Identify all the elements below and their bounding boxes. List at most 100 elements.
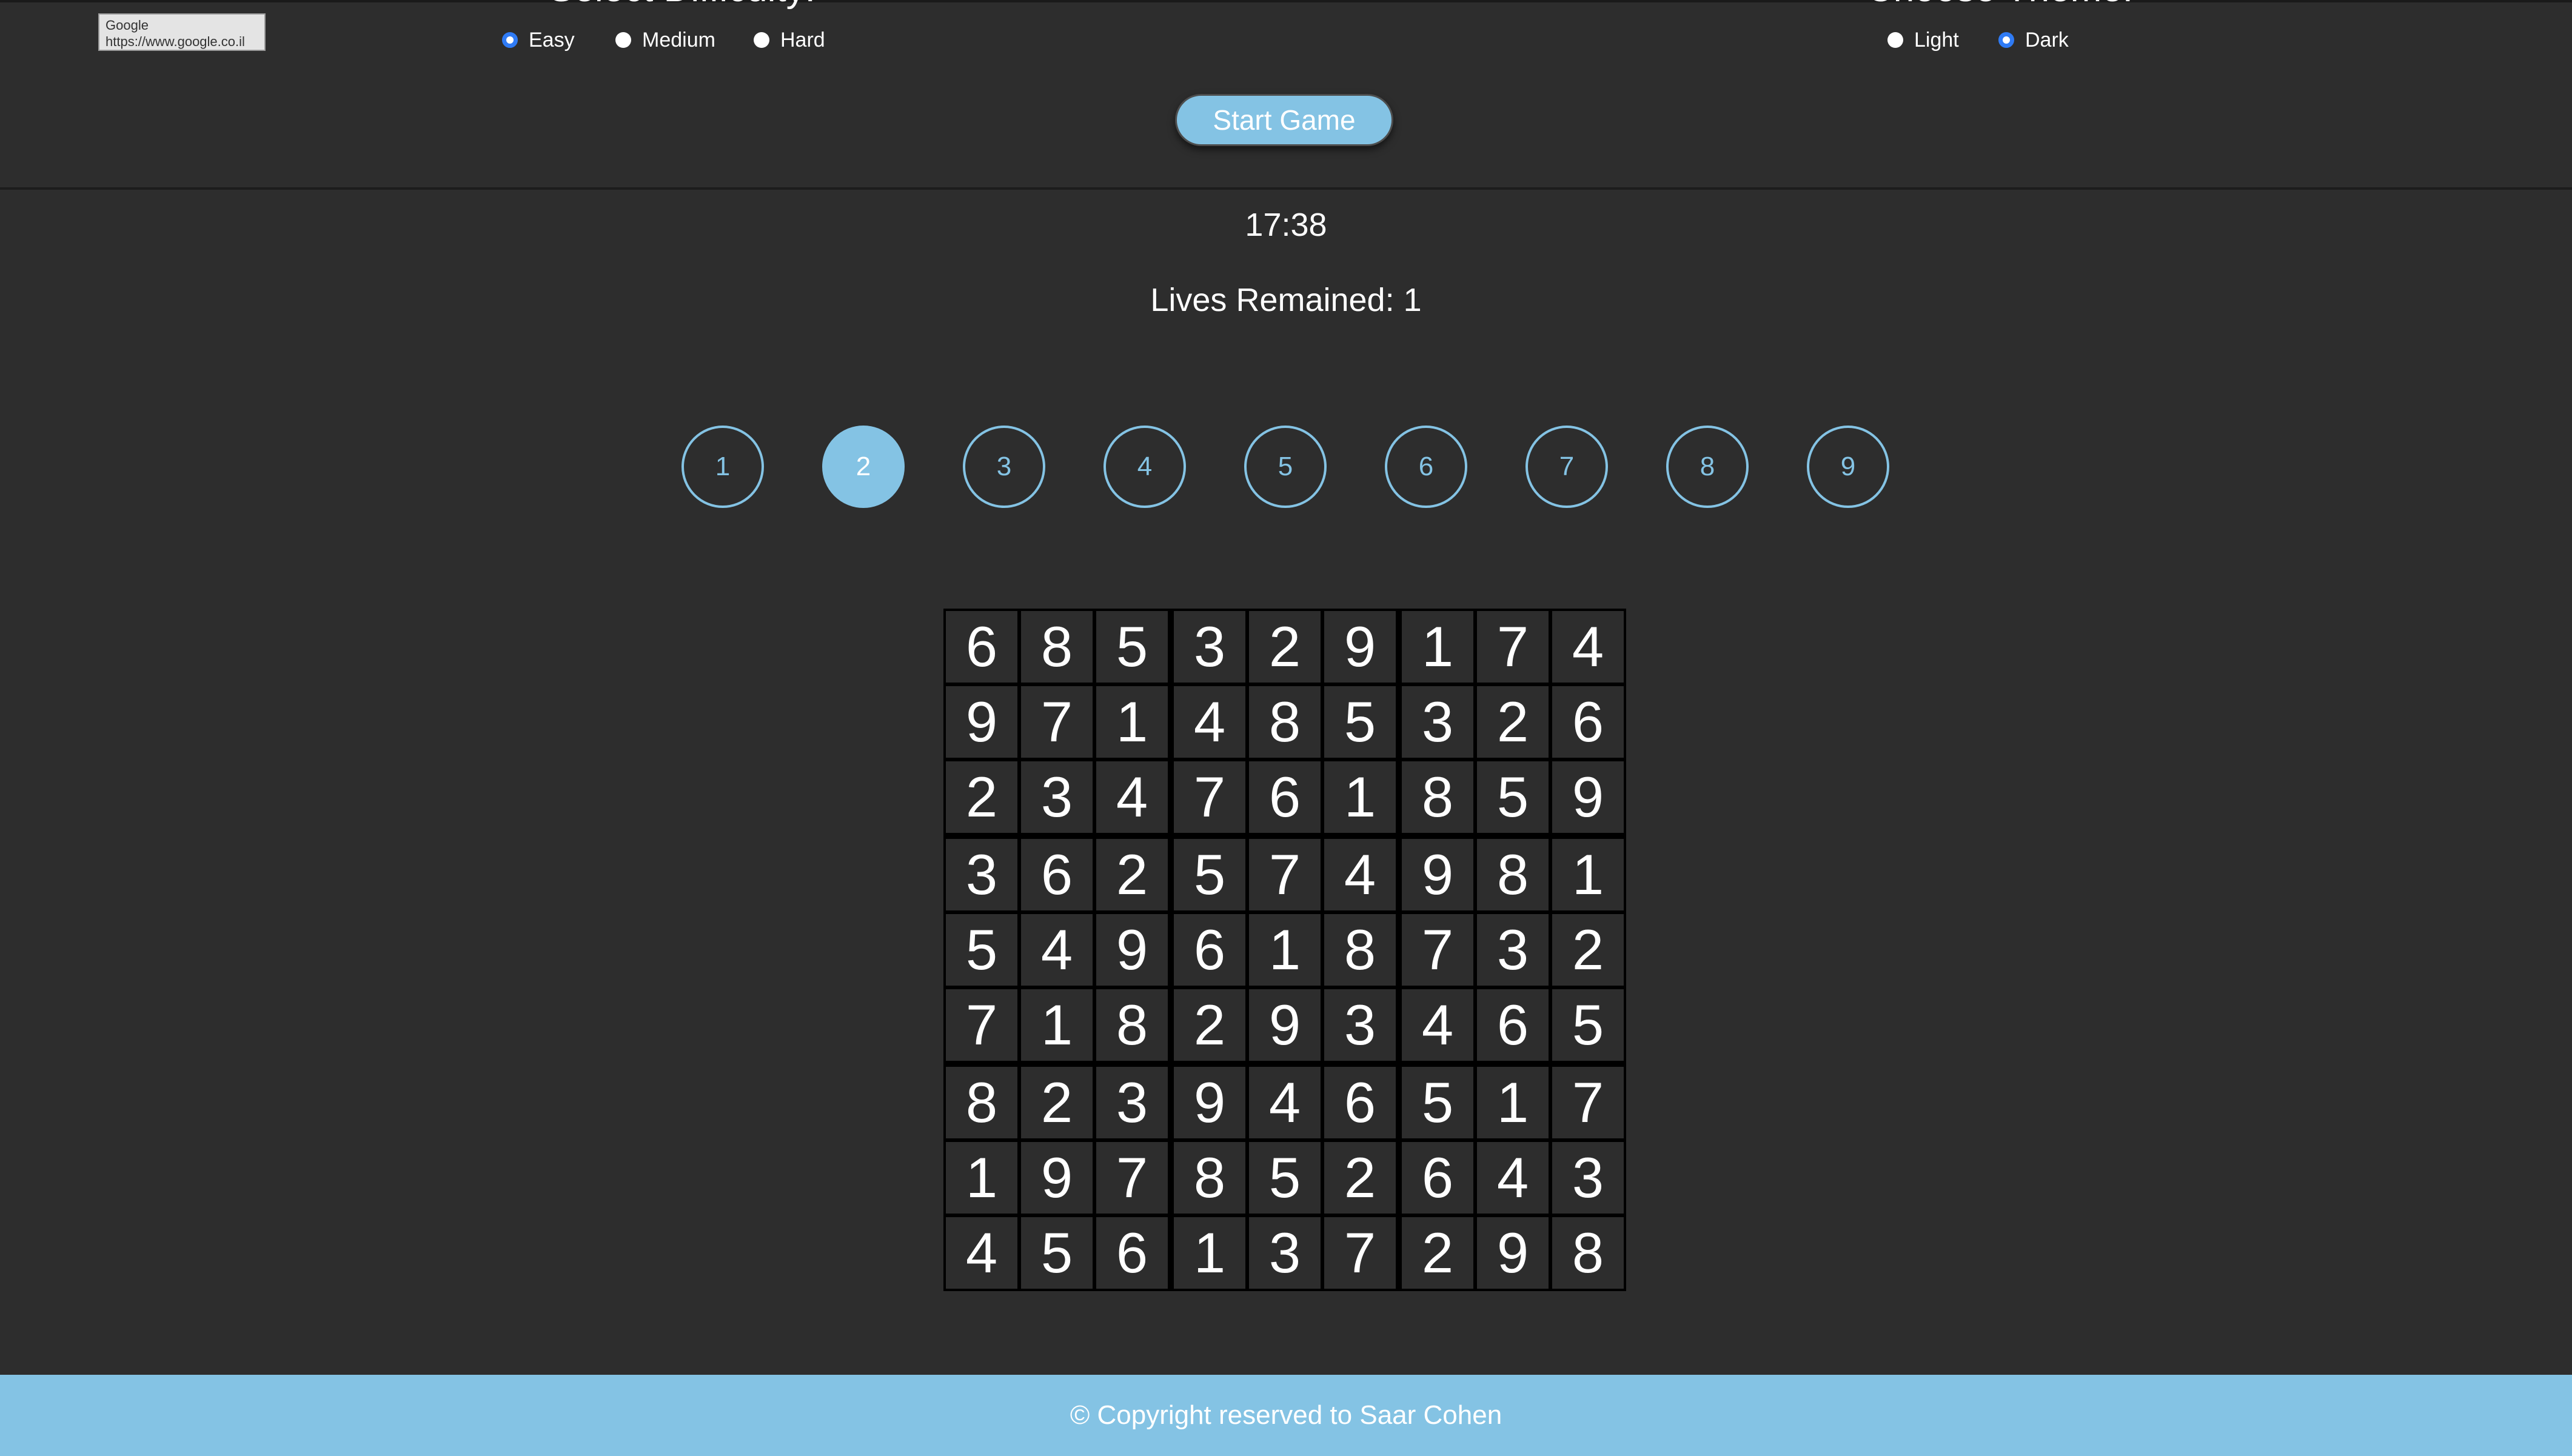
board-cell[interactable]: 1	[1552, 839, 1624, 910]
board-cell[interactable]: 2	[1021, 1067, 1093, 1138]
radio-unchecked-icon[interactable]	[615, 32, 631, 48]
board-cell[interactable]: 5	[1021, 1217, 1093, 1289]
radio-checked-icon[interactable]	[502, 32, 518, 48]
board-cell[interactable]: 3	[1174, 611, 1245, 683]
board-cell[interactable]: 7	[1402, 914, 1473, 986]
theme-radio-light[interactable]: Light	[1887, 28, 1959, 52]
board-cell[interactable]: 7	[946, 989, 1017, 1061]
board-cell[interactable]: 2	[1174, 989, 1245, 1061]
board-cell[interactable]: 9	[1552, 761, 1624, 833]
board-cell[interactable]: 4	[1021, 914, 1093, 986]
board-cell[interactable]: 2	[1477, 686, 1549, 758]
board-cell[interactable]: 8	[1174, 1142, 1245, 1214]
number-button-4[interactable]: 4	[1103, 426, 1186, 508]
board-cell[interactable]: 9	[1174, 1067, 1245, 1138]
board-cell[interactable]: 5	[946, 914, 1017, 986]
board-cell[interactable]: 3	[1021, 761, 1093, 833]
board-cell[interactable]: 5	[1477, 761, 1549, 833]
board-cell[interactable]: 6	[1249, 761, 1321, 833]
difficulty-radio-easy[interactable]: Easy	[502, 28, 575, 52]
board-cell[interactable]: 2	[946, 761, 1017, 833]
number-button-9[interactable]: 9	[1807, 426, 1889, 508]
board-cell[interactable]: 3	[1552, 1142, 1624, 1214]
board-cell[interactable]: 6	[1174, 914, 1245, 986]
board-cell[interactable]: 3	[1402, 686, 1473, 758]
number-button-5[interactable]: 5	[1244, 426, 1327, 508]
radio-unchecked-icon[interactable]	[754, 32, 769, 48]
number-button-7[interactable]: 7	[1525, 426, 1608, 508]
board-cell[interactable]: 1	[1021, 989, 1093, 1061]
board-cell[interactable]: 3	[1324, 989, 1396, 1061]
board-cell[interactable]: 3	[1096, 1067, 1168, 1138]
board-cell[interactable]: 2	[1096, 839, 1168, 910]
board-cell[interactable]: 9	[1021, 1142, 1093, 1214]
board-cell[interactable]: 8	[1096, 989, 1168, 1061]
radio-unchecked-icon[interactable]	[1887, 32, 1903, 48]
board-cell[interactable]: 6	[1021, 839, 1093, 910]
number-button-6[interactable]: 6	[1385, 426, 1467, 508]
board-cell[interactable]: 8	[1477, 839, 1549, 910]
board-cell[interactable]: 5	[1324, 686, 1396, 758]
board-cell[interactable]: 6	[1096, 1217, 1168, 1289]
board-cell[interactable]: 8	[1249, 686, 1321, 758]
difficulty-radio-hard[interactable]: Hard	[754, 28, 825, 52]
board-cell[interactable]: 1	[1096, 686, 1168, 758]
board-cell[interactable]: 6	[946, 611, 1017, 683]
board-cell[interactable]: 6	[1552, 686, 1624, 758]
board-cell[interactable]: 7	[1249, 839, 1321, 910]
board-cell[interactable]: 3	[1249, 1217, 1321, 1289]
board-cell[interactable]: 4	[1096, 761, 1168, 833]
board-cell[interactable]: 8	[1552, 1217, 1624, 1289]
board-cell[interactable]: 5	[1249, 1142, 1321, 1214]
board-cell[interactable]: 4	[946, 1217, 1017, 1289]
board-cell[interactable]: 1	[1324, 761, 1396, 833]
board-cell[interactable]: 7	[1324, 1217, 1396, 1289]
board-cell[interactable]: 8	[1021, 611, 1093, 683]
board-cell[interactable]: 6	[1324, 1067, 1396, 1138]
board-cell[interactable]: 2	[1249, 611, 1321, 683]
number-button-2[interactable]: 2	[822, 426, 905, 508]
board-cell[interactable]: 4	[1402, 989, 1473, 1061]
board-cell[interactable]: 4	[1324, 839, 1396, 910]
board-cell[interactable]: 6	[1402, 1142, 1473, 1214]
start-game-button[interactable]: Start Game	[1175, 94, 1393, 146]
board-cell[interactable]: 3	[1477, 914, 1549, 986]
board-cell[interactable]: 7	[1174, 761, 1245, 833]
board-cell[interactable]: 9	[1249, 989, 1321, 1061]
board-cell[interactable]: 4	[1174, 686, 1245, 758]
board-cell[interactable]: 2	[1402, 1217, 1473, 1289]
difficulty-radio-medium[interactable]: Medium	[615, 28, 715, 52]
board-cell[interactable]: 9	[946, 686, 1017, 758]
board-cell[interactable]: 9	[1324, 611, 1396, 683]
board-cell[interactable]: 5	[1402, 1067, 1473, 1138]
board-cell[interactable]: 9	[1477, 1217, 1549, 1289]
number-button-8[interactable]: 8	[1666, 426, 1749, 508]
board-cell[interactable]: 1	[946, 1142, 1017, 1214]
board-cell[interactable]: 8	[946, 1067, 1017, 1138]
board-cell[interactable]: 7	[1096, 1142, 1168, 1214]
board-cell[interactable]: 7	[1021, 686, 1093, 758]
board-cell[interactable]: 1	[1402, 611, 1473, 683]
number-button-3[interactable]: 3	[963, 426, 1045, 508]
board-cell[interactable]: 8	[1324, 914, 1396, 986]
board-cell[interactable]: 7	[1552, 1067, 1624, 1138]
radio-checked-icon[interactable]	[1998, 32, 2014, 48]
board-cell[interactable]: 2	[1324, 1142, 1396, 1214]
board-cell[interactable]: 9	[1402, 839, 1473, 910]
board-cell[interactable]: 4	[1249, 1067, 1321, 1138]
number-button-1[interactable]: 1	[682, 426, 764, 508]
board-cell[interactable]: 7	[1477, 611, 1549, 683]
board-cell[interactable]: 2	[1552, 914, 1624, 986]
board-cell[interactable]: 5	[1096, 611, 1168, 683]
theme-radio-dark[interactable]: Dark	[1998, 28, 2069, 52]
board-cell[interactable]: 8	[1402, 761, 1473, 833]
board-cell[interactable]: 5	[1174, 839, 1245, 910]
board-cell[interactable]: 5	[1552, 989, 1624, 1061]
board-cell[interactable]: 4	[1477, 1142, 1549, 1214]
board-cell[interactable]: 6	[1477, 989, 1549, 1061]
board-cell[interactable]: 1	[1477, 1067, 1549, 1138]
board-cell[interactable]: 1	[1249, 914, 1321, 986]
board-cell[interactable]: 3	[946, 839, 1017, 910]
board-cell[interactable]: 9	[1096, 914, 1168, 986]
board-cell[interactable]: 1	[1174, 1217, 1245, 1289]
